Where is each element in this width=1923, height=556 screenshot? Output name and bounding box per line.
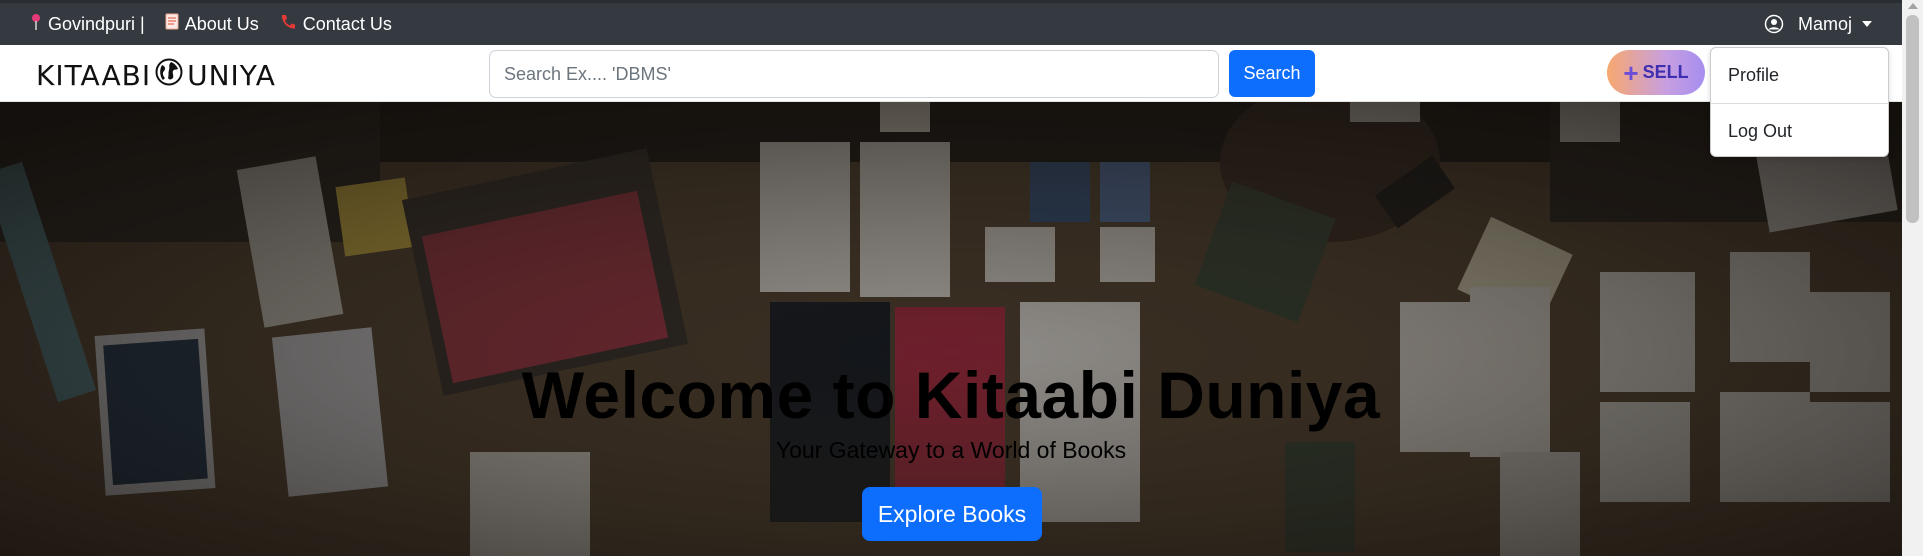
location-label: Govindpuri | xyxy=(48,13,145,34)
contact-us-label: Contact Us xyxy=(302,13,392,34)
scroll-up-icon[interactable] xyxy=(1908,3,1918,9)
globe-icon xyxy=(155,58,183,93)
user-dropdown-menu: Profile Log Out xyxy=(1710,47,1889,157)
page-scrollbar[interactable] xyxy=(1902,0,1923,556)
scrollbar-thumb[interactable] xyxy=(1906,15,1919,223)
contact-us-link[interactable]: Contact Us xyxy=(279,13,392,36)
profile-menu-item[interactable]: Profile xyxy=(1711,48,1888,102)
about-us-label: About Us xyxy=(184,13,259,34)
search-input[interactable] xyxy=(489,50,1219,98)
logo-text-left: KITAABI xyxy=(36,59,152,92)
phone-icon xyxy=(279,13,303,36)
hero-banner: Welcome to Kitaabi Duniya Your Gateway t… xyxy=(0,102,1902,556)
sell-label: SELL xyxy=(1642,62,1689,82)
user-name: Mamoj xyxy=(1797,13,1852,34)
site-logo[interactable]: KITAABI UNIYA xyxy=(36,58,276,93)
sell-button[interactable]: + SELL xyxy=(1607,50,1705,95)
plus-icon: + xyxy=(1623,57,1639,88)
location-item: Govindpuri | xyxy=(30,13,145,36)
user-circle-icon xyxy=(1764,14,1784,34)
navbar: KITAABI UNIYA Search + SELL xyxy=(0,45,1902,102)
logout-menu-item[interactable]: Log Out xyxy=(1711,104,1888,158)
hero-title: Welcome to Kitaabi Duniya xyxy=(521,358,1381,432)
search-button[interactable]: Search xyxy=(1229,50,1315,97)
top-bar: Govindpuri | About Us Contact Us Mamoj xyxy=(0,0,1902,45)
document-icon xyxy=(165,13,185,35)
about-us-link[interactable]: About Us xyxy=(165,13,259,35)
map-pin-icon xyxy=(30,13,48,36)
logo-text-right: UNIYA xyxy=(187,59,276,92)
hero-subtitle: Your Gateway to a World of Books xyxy=(775,437,1127,463)
explore-books-button[interactable]: Explore Books xyxy=(862,487,1042,541)
user-menu-toggle[interactable]: Mamoj xyxy=(1764,14,1872,35)
top-bar-left: Govindpuri | About Us Contact Us xyxy=(0,13,412,36)
chevron-down-icon xyxy=(1862,21,1872,27)
